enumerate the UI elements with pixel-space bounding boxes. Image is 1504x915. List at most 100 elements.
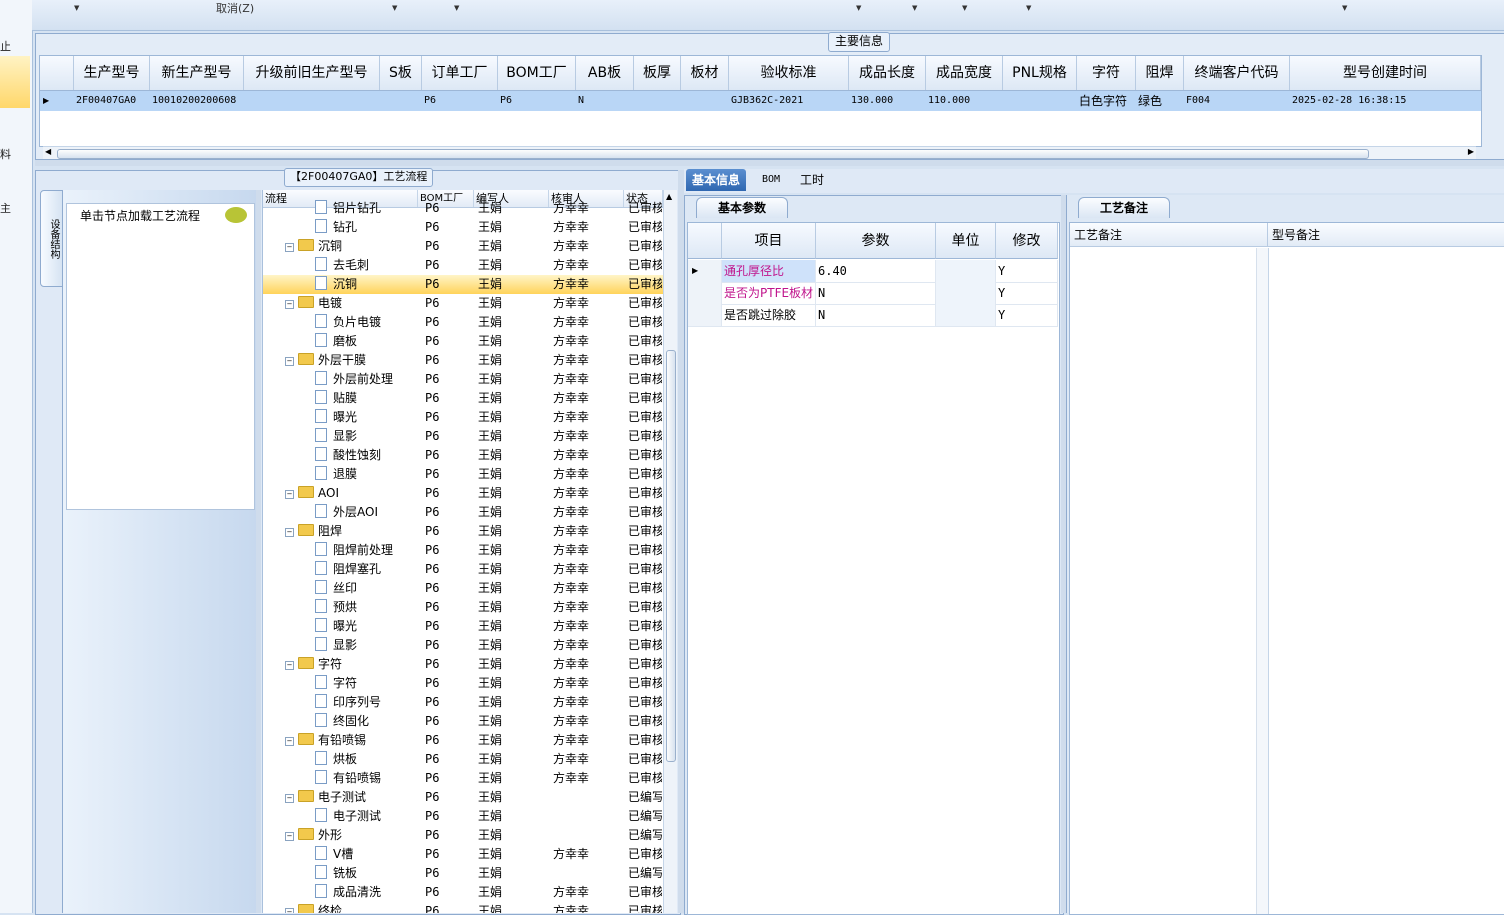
process-notes-title[interactable]: 工艺备注	[1078, 197, 1170, 218]
tree-row[interactable]: 成品清洗 P6 王娟 方幸幸 已审核	[263, 883, 663, 902]
tree-row[interactable]: 电子测试 P6 王娟 已编写	[263, 807, 663, 826]
scrollbar-thumb[interactable]	[57, 149, 1369, 159]
scroll-up-icon[interactable]: ▲	[666, 192, 672, 201]
tree-node[interactable]: 电子测试	[315, 807, 415, 826]
tree-row[interactable]: 酸性蚀刻 P6 王娟 方幸幸 已审核	[263, 446, 663, 465]
table-cell[interactable]	[244, 91, 380, 111]
table-cell-item[interactable]: 是否跳过除胶	[722, 304, 816, 326]
tree-row[interactable]: 曝光 P6 王娟 方幸幸 已审核	[263, 617, 663, 636]
tree-row[interactable]: 阻焊塞孔 P6 王娟 方幸幸 已审核	[263, 560, 663, 579]
tree-row[interactable]: 磨板 P6 王娟 方幸幸 已审核	[263, 332, 663, 351]
table-cell[interactable]	[681, 91, 729, 111]
horizontal-splitter[interactable]	[35, 160, 1504, 166]
column-header[interactable]: AB板	[576, 56, 634, 90]
tree-node[interactable]: 钻孔	[315, 218, 415, 237]
tree-node[interactable]: − 电子测试	[285, 788, 415, 807]
tree-node[interactable]: 去毛刺	[315, 256, 415, 275]
tree-row[interactable]: 外层前处理 P6 王娟 方幸幸 已审核	[263, 370, 663, 389]
tree-node[interactable]: 印序列号	[315, 693, 415, 712]
tree-node[interactable]: 退膜	[315, 465, 415, 484]
table-cell[interactable]	[1003, 91, 1077, 111]
basic-params-grid[interactable]: 项目 参数 单位 修改 ▶ 通孔厚径比 6.40 Y 是否为PTFE板材 N Y 是否跳过除胶…	[687, 222, 1060, 915]
column-header[interactable]: 成品长度	[849, 56, 926, 90]
tree-row[interactable]: 去毛刺 P6 王娟 方幸幸 已审核	[263, 256, 663, 275]
table-row[interactable]: ▶ 2F00407GA0 10010200200608 P6 P6 N GJB3…	[40, 91, 1481, 111]
table-cell[interactable]: 2F00407GA0	[74, 91, 150, 111]
tree-row[interactable]: − 阻焊 P6 王娟 方幸幸 已审核	[263, 522, 663, 541]
column-header[interactable]: S板	[380, 56, 422, 90]
tree-node[interactable]: 负片电镀	[315, 313, 415, 332]
left-nav-glyph[interactable]: 料	[0, 146, 11, 162]
tree-row[interactable]: − 有铅喷锡 P6 王娟 方幸幸 已审核	[263, 731, 663, 750]
basic-params-title[interactable]: 基本参数	[696, 197, 788, 218]
tree-row[interactable]: − 电子测试 P6 王娟 已编写	[263, 788, 663, 807]
table-row[interactable]: 是否跳过除胶 N Y	[688, 304, 1058, 327]
table-cell[interactable]: 白色字符	[1077, 91, 1136, 111]
collapse-icon[interactable]: −	[285, 528, 294, 537]
column-header[interactable]: 验收标准	[729, 56, 849, 90]
tree-node[interactable]: 成品清洗	[315, 883, 415, 902]
column-header[interactable]: 型号备注	[1268, 223, 1504, 247]
column-header[interactable]: 项目	[722, 223, 816, 259]
column-header[interactable]: 参数	[816, 223, 936, 259]
tree-row[interactable]: 印序列号 P6 王娟 方幸幸 已审核	[263, 693, 663, 712]
tree-node[interactable]: − 外层干膜	[285, 351, 415, 370]
table-cell-edit[interactable]: Y	[996, 260, 1058, 282]
tree-row[interactable]: V槽 P6 王娟 方幸幸 已审核	[263, 845, 663, 864]
table-cell[interactable]: 110.000	[926, 91, 1003, 111]
tree-row[interactable]: − 外层干膜 P6 王娟 方幸幸 已审核	[263, 351, 663, 370]
column-header[interactable]: 生产型号	[74, 56, 150, 90]
vertical-scrollbar[interactable]: ▲	[663, 190, 677, 913]
speech-bubble-icon[interactable]	[225, 207, 247, 223]
collapse-icon[interactable]: −	[285, 300, 294, 309]
table-cell-param[interactable]: N	[816, 282, 936, 304]
tree-node[interactable]: − 外形	[285, 826, 415, 845]
scroll-right-icon[interactable]: ▶	[1468, 147, 1474, 156]
tree-node[interactable]: − 字符	[285, 655, 415, 674]
collapse-icon[interactable]: −	[285, 832, 294, 841]
tree-node[interactable]: 铣板	[315, 864, 415, 883]
tab-basic-info[interactable]: 基本信息	[686, 169, 747, 191]
node-list[interactable]: 单击节点加载工艺流程	[66, 203, 255, 510]
table-cell-unit[interactable]	[936, 260, 996, 282]
table-cell[interactable]: F004	[1184, 91, 1290, 111]
tree-node[interactable]: 沉铜	[315, 275, 415, 294]
table-row[interactable]: ▶ 通孔厚径比 6.40 Y	[688, 260, 1058, 283]
tree-row[interactable]: 丝印 P6 王娟 方幸幸 已审核	[263, 579, 663, 598]
column-header[interactable]: 单位	[936, 223, 996, 259]
vertical-splitter[interactable]	[256, 190, 261, 913]
dropdown-arrow-icon[interactable]: ▼	[1342, 4, 1347, 12]
dropdown-arrow-icon[interactable]: ▼	[856, 4, 861, 12]
dropdown-arrow-icon[interactable]: ▼	[392, 4, 397, 12]
column-header[interactable]: 订单工厂	[422, 56, 498, 90]
tree-row[interactable]: − 终检 P6 王娟 方幸幸 已审核	[263, 902, 663, 913]
collapse-icon[interactable]: −	[285, 908, 294, 913]
table-cell-edit[interactable]: Y	[996, 304, 1058, 326]
table-cell-unit[interactable]	[936, 304, 996, 326]
column-header[interactable]: 成品宽度	[926, 56, 1003, 90]
collapse-icon[interactable]: −	[285, 357, 294, 366]
tab-work-hours[interactable]: 工时	[794, 169, 830, 191]
dropdown-arrow-icon[interactable]: ▼	[74, 4, 79, 12]
horizontal-scrollbar[interactable]: ◀ ▶	[43, 146, 1476, 159]
column-header[interactable]: 终端客户代码	[1184, 56, 1290, 90]
table-cell[interactable]: P6	[498, 91, 576, 111]
cancel-button[interactable]: 取消(Z)	[216, 0, 254, 16]
dropdown-arrow-icon[interactable]: ▼	[1026, 4, 1031, 12]
table-row[interactable]: 是否为PTFE板材 N Y	[688, 282, 1058, 305]
table-cell[interactable]: N	[576, 91, 634, 111]
table-cell-item[interactable]: 通孔厚径比	[722, 260, 816, 282]
tree-row[interactable]: − 外形 P6 王娟 已编写	[263, 826, 663, 845]
scroll-left-icon[interactable]: ◀	[45, 147, 51, 156]
tree-node[interactable]: 曝光	[315, 408, 415, 427]
tree-node[interactable]: 曝光	[315, 617, 415, 636]
tree-row[interactable]: − 沉铜 P6 王娟 方幸幸 已审核	[263, 237, 663, 256]
tree-row[interactable]: 显影 P6 王娟 方幸幸 已审核	[263, 427, 663, 446]
table-cell-item[interactable]: 是否为PTFE板材	[722, 282, 816, 304]
tree-row[interactable]: − 字符 P6 王娟 方幸幸 已审核	[263, 655, 663, 674]
table-cell[interactable]: P6	[422, 91, 498, 111]
column-header[interactable]: 阻焊	[1136, 56, 1184, 90]
table-cell[interactable]: GJB362C-2021	[729, 91, 849, 111]
column-header[interactable]: 板厚	[634, 56, 681, 90]
collapse-icon[interactable]: −	[285, 490, 294, 499]
